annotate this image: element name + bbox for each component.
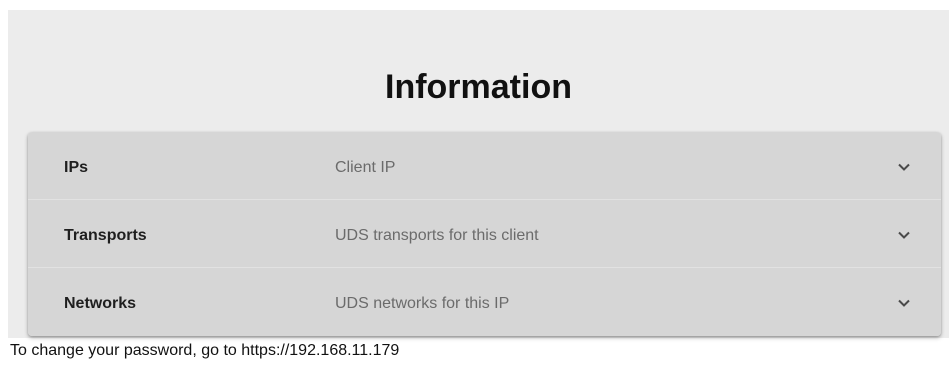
information-panel: Information IPs Client IP Transports UDS…	[8, 10, 949, 338]
chevron-down-icon[interactable]	[897, 296, 911, 310]
section-name: Transports	[64, 227, 147, 244]
section-name: Networks	[64, 295, 137, 312]
section-description: Client IP	[335, 159, 396, 176]
accordion-row-ips[interactable]: IPs Client IP	[28, 132, 941, 200]
accordion-row-transports[interactable]: Transports UDS transports for this clien…	[28, 200, 941, 268]
password-change-notice: To change your password, go to https://1…	[10, 342, 400, 359]
page-title: Information	[385, 68, 572, 106]
info-accordion: IPs Client IP Transports UDS transports …	[28, 132, 941, 336]
accordion-row-networks[interactable]: Networks UDS networks for this IP	[28, 268, 941, 336]
chevron-down-icon[interactable]	[897, 228, 911, 242]
chevron-down-icon[interactable]	[897, 160, 911, 174]
section-description: UDS networks for this IP	[335, 295, 510, 312]
section-name: IPs	[64, 159, 89, 176]
section-description: UDS transports for this client	[335, 227, 539, 244]
